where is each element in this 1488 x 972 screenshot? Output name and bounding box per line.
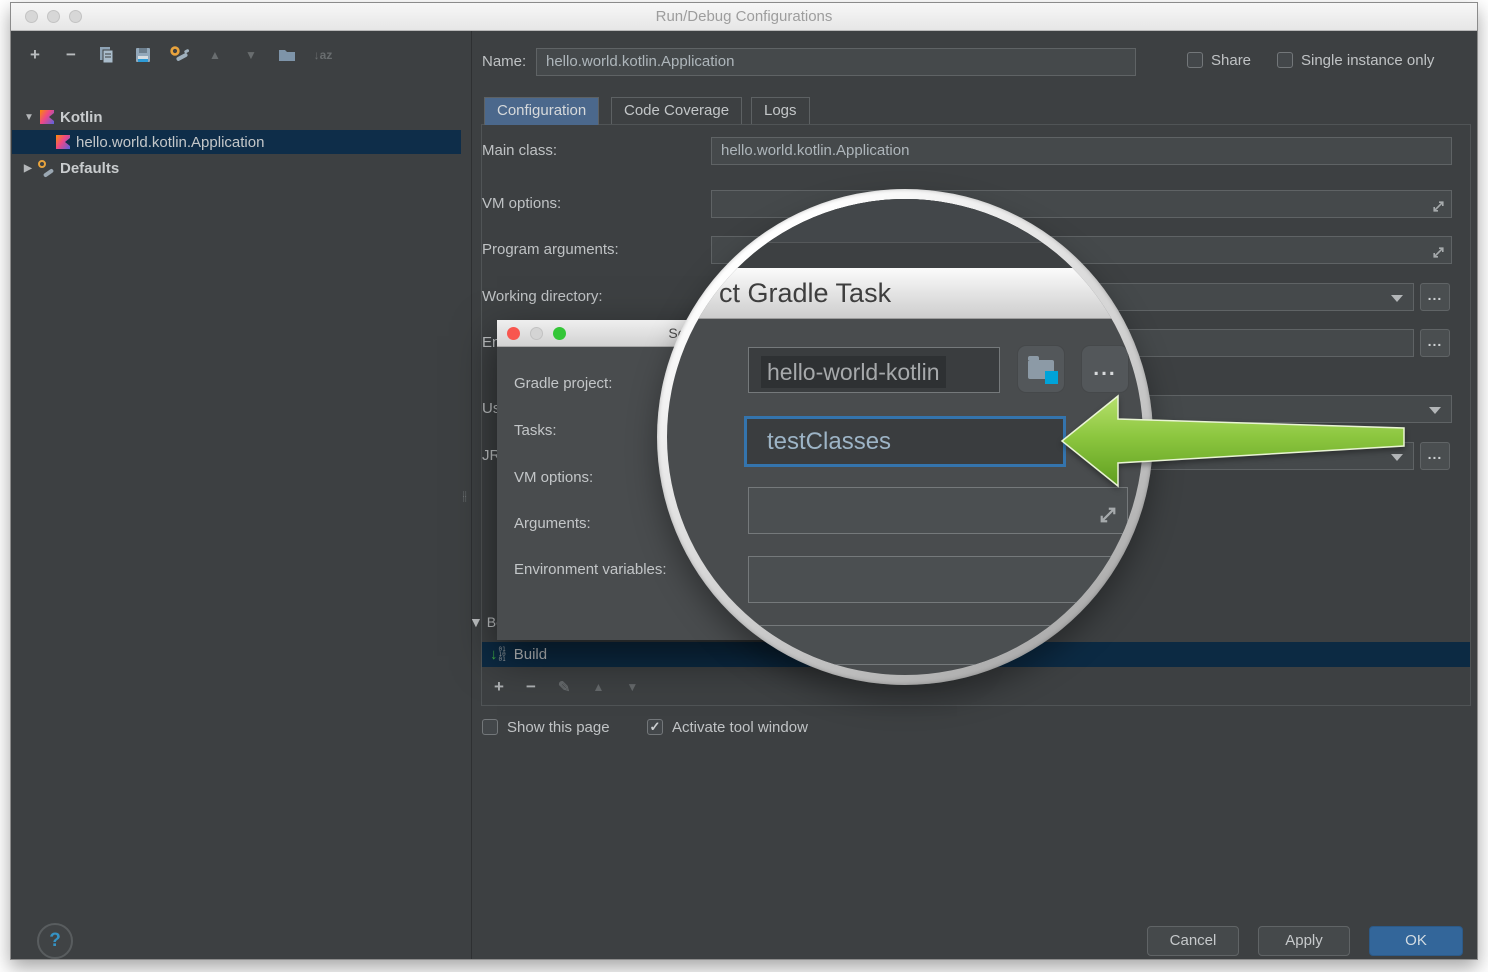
main-class-label: Main class: bbox=[482, 137, 557, 165]
add-task-icon[interactable]: + bbox=[494, 677, 504, 697]
kotlin-icon bbox=[56, 135, 70, 149]
tree-group-kotlin[interactable]: ▼ Kotlin bbox=[12, 105, 461, 129]
activate-tool-window-label: Activate tool window bbox=[672, 718, 808, 738]
dialog-vm-options-input[interactable] bbox=[748, 487, 1128, 534]
edit-task-icon[interactable]: ✎ bbox=[558, 678, 571, 696]
sort-configurations-icon[interactable]: ↓az bbox=[313, 45, 333, 65]
panel-splitter-handle[interactable]: ⠿⠿ bbox=[462, 493, 470, 535]
select-project-folder-button[interactable] bbox=[1017, 345, 1065, 393]
tasks-label: Tasks: bbox=[514, 419, 557, 443]
save-configuration-icon[interactable] bbox=[133, 45, 153, 65]
help-button[interactable]: ? bbox=[37, 923, 73, 959]
tab-configuration[interactable]: Configuration bbox=[484, 97, 599, 125]
edit-defaults-icon[interactable] bbox=[169, 45, 189, 65]
tasks-input[interactable]: testClasses bbox=[744, 416, 1066, 467]
show-this-page-checkbox[interactable] bbox=[482, 719, 498, 735]
browse-jre-button[interactable]: ... bbox=[1420, 442, 1450, 470]
kotlin-icon bbox=[40, 110, 54, 124]
chevron-down-icon[interactable] bbox=[1391, 295, 1403, 302]
add-configuration-icon[interactable]: + bbox=[25, 45, 45, 65]
main-class-input[interactable]: hello.world.kotlin.Application bbox=[711, 137, 1452, 165]
browse-project-button[interactable]: ... bbox=[1081, 345, 1129, 393]
apply-button[interactable]: Apply bbox=[1258, 926, 1350, 956]
remove-configuration-icon[interactable]: − bbox=[61, 45, 81, 65]
gradle-project-label: Gradle project: bbox=[514, 372, 612, 396]
window-titlebar: Run/Debug Configurations bbox=[11, 3, 1477, 31]
tree-item-label: hello.world.kotlin.Application bbox=[76, 134, 264, 151]
expand-field-icon[interactable] bbox=[1097, 504, 1119, 526]
chevron-down-icon[interactable] bbox=[1429, 407, 1441, 414]
magnifier-content: ct Gradle Task hello-world-kotlin ... te… bbox=[667, 199, 1143, 675]
share-label: Share bbox=[1211, 51, 1251, 71]
browse-working-directory-button[interactable]: ... bbox=[1420, 283, 1450, 311]
expand-arrow-icon[interactable]: ▼ bbox=[24, 112, 38, 123]
defaults-icon bbox=[38, 160, 54, 176]
gradle-project-input[interactable]: hello-world-kotlin bbox=[748, 347, 1000, 393]
dialog-environment-variables-input[interactable] bbox=[760, 625, 1120, 665]
chevron-down-icon[interactable] bbox=[1391, 454, 1403, 461]
browse-environment-variables-button[interactable]: ... bbox=[1420, 329, 1450, 357]
move-task-down-icon[interactable]: ▼ bbox=[626, 680, 638, 694]
activate-tool-window-checkbox[interactable]: ✓ bbox=[647, 719, 663, 735]
single-instance-label: Single instance only bbox=[1301, 51, 1434, 71]
move-down-icon[interactable]: ▼ bbox=[241, 45, 261, 65]
expand-field-icon[interactable] bbox=[1097, 573, 1119, 595]
collapse-arrow-icon[interactable]: ▶ bbox=[24, 163, 38, 174]
tab-logs[interactable]: Logs bbox=[751, 97, 810, 124]
name-label: Name: bbox=[482, 48, 526, 76]
dialog-arguments-label: Arguments: bbox=[514, 512, 591, 536]
create-folder-icon[interactable] bbox=[277, 45, 297, 65]
tree-group-label: Kotlin bbox=[60, 109, 103, 126]
tree-group-defaults[interactable]: ▶ Defaults bbox=[12, 156, 461, 180]
before-launch-toolbar: + − ✎ ▲ ▼ bbox=[494, 675, 638, 699]
share-checkbox[interactable] bbox=[1187, 52, 1203, 68]
screenshot-stage: Run/Debug Configurations + − bbox=[0, 0, 1488, 972]
ok-button[interactable]: OK bbox=[1369, 926, 1463, 956]
vm-options-label: VM options: bbox=[482, 190, 561, 218]
configurations-tree-panel: + − bbox=[11, 31, 472, 959]
tree-item-application[interactable]: hello.world.kotlin.Application bbox=[12, 130, 461, 154]
dialog-vm-options-label: VM options: bbox=[514, 466, 593, 490]
move-task-up-icon[interactable]: ▲ bbox=[592, 680, 604, 694]
show-this-page-label: Show this page bbox=[507, 718, 610, 738]
tree-group-label: Defaults bbox=[60, 160, 119, 177]
build-task-label: Build bbox=[514, 646, 547, 663]
tree-toolbar: + − bbox=[25, 43, 333, 67]
magnifier-loupe: ct Gradle Task hello-world-kotlin ... te… bbox=[657, 189, 1153, 685]
dialog-environment-variables-label: Environment variables: bbox=[514, 558, 667, 582]
name-input[interactable]: hello.world.kotlin.Application bbox=[536, 48, 1136, 76]
move-up-icon[interactable]: ▲ bbox=[205, 45, 225, 65]
program-arguments-label: Program arguments: bbox=[482, 236, 619, 264]
single-instance-checkbox[interactable] bbox=[1277, 52, 1293, 68]
expand-field-icon[interactable] bbox=[1431, 197, 1446, 212]
remove-task-icon[interactable]: − bbox=[526, 677, 536, 697]
build-task-icon: ↓ 01 10 01 bbox=[490, 646, 506, 663]
dialog-arguments-input[interactable] bbox=[748, 556, 1128, 603]
expand-field-icon[interactable] bbox=[1431, 243, 1446, 258]
folder-icon bbox=[1028, 360, 1054, 379]
working-directory-label: Working directory: bbox=[482, 283, 603, 311]
window-title: Run/Debug Configurations bbox=[11, 8, 1477, 25]
magnified-dialog-title: ct Gradle Task bbox=[667, 268, 1143, 319]
cancel-button[interactable]: Cancel bbox=[1147, 926, 1239, 956]
copy-configuration-icon[interactable] bbox=[97, 45, 117, 65]
tab-code-coverage[interactable]: Code Coverage bbox=[611, 97, 742, 124]
